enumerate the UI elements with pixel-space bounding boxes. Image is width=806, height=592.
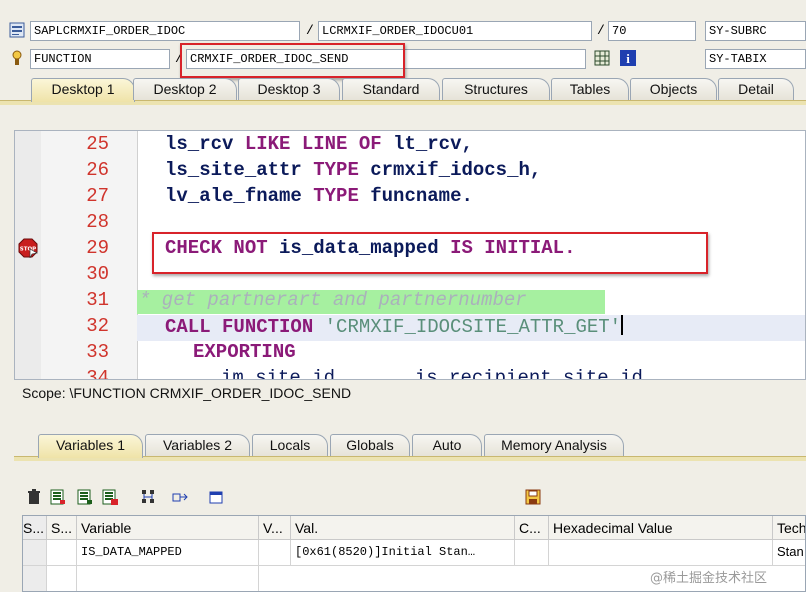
line-number: 28 <box>86 211 109 233</box>
keyword: TYPE <box>313 159 371 181</box>
sy-subrc-field[interactable]: SY-SUBRC <box>705 21 806 41</box>
function-icon <box>9 50 25 66</box>
cell-value[interactable]: [0x61(8520)]Initial Stan… <box>291 540 515 566</box>
identifier: funcname. <box>370 185 473 207</box>
structure-list-icon[interactable] <box>77 489 93 505</box>
program-field: SAPLCRMXIF_ORDER_IDOC <box>30 21 300 41</box>
identifier: lt_rcv, <box>393 133 473 155</box>
cell-empty[interactable] <box>77 566 259 591</box>
line-number: 34 <box>86 367 109 380</box>
cell-hex <box>549 540 773 566</box>
keyword: CALL FUNCTION <box>165 316 325 338</box>
layout-icon[interactable] <box>208 489 224 505</box>
source-editor[interactable]: STOP 25 26 27 28 29 30 31 32 33 34 ls_rc… <box>14 130 806 380</box>
slash-2: / <box>597 23 605 38</box>
line-number: 25 <box>86 133 109 155</box>
highlight-check-line <box>152 232 708 274</box>
info-icon[interactable]: i <box>620 50 636 66</box>
identifier: ls_rcv <box>165 133 245 155</box>
tab-structures[interactable]: Structures <box>442 78 550 100</box>
keyword: LIKE LINE OF <box>244 133 394 155</box>
variables-tabs: Variables 1 Variables 2 Locals Globals A… <box>0 434 806 458</box>
header-variable[interactable]: Variable <box>77 516 259 540</box>
header-status-text[interactable]: S... <box>47 516 77 540</box>
tab-tables[interactable]: Tables <box>551 78 629 100</box>
header-c[interactable]: C... <box>515 516 549 540</box>
line-number: 32 <box>86 315 109 337</box>
desktop-tabs: Desktop 1 Desktop 2 Desktop 3 Standard S… <box>0 78 806 102</box>
code-line-partial[interactable]: im_site_id is_recipient_site_id <box>221 367 643 379</box>
slash-1: / <box>306 23 314 38</box>
line-number: 26 <box>86 159 109 181</box>
line-number: 30 <box>86 263 109 285</box>
code-comment[interactable]: * get partnerart and partnernumber <box>139 289 527 311</box>
delete-icon[interactable] <box>26 489 42 505</box>
row-selector[interactable] <box>23 566 47 591</box>
identifier: crmxif_idocs_h, <box>370 159 542 181</box>
variables-list-icon[interactable] <box>50 489 66 505</box>
program-icon <box>9 22 25 38</box>
hierarchy-icon[interactable] <box>140 489 156 505</box>
tab-memory-analysis[interactable]: Memory Analysis <box>484 434 624 456</box>
tab-standard[interactable]: Standard <box>342 78 440 100</box>
line-number: 33 <box>86 341 109 363</box>
code-line-call[interactable]: CALL FUNCTION 'CRMXIF_IDOCSITE_ATTR_GET' <box>165 315 624 338</box>
sy-tabix-field[interactable]: SY-TABIX <box>705 49 806 69</box>
header-tech[interactable]: Tech <box>773 516 805 540</box>
svg-text:i: i <box>626 51 630 66</box>
tab-globals[interactable]: Globals <box>330 434 410 456</box>
code-line[interactable]: ls_rcv LIKE LINE OF lt_rcv, <box>165 133 473 155</box>
code-line[interactable]: ls_site_attr TYPE crmxif_idocs_h, <box>165 159 541 181</box>
identifier: lv_ale_fname <box>165 185 314 207</box>
cell-tech: Stan <box>773 540 805 566</box>
header-s-label: S... <box>51 520 73 536</box>
header-hex-value[interactable]: Hexadecimal Value <box>549 516 773 540</box>
tab-variables-1[interactable]: Variables 1 <box>38 434 143 458</box>
cell-status <box>47 540 77 566</box>
keyword: EXPORTING <box>193 341 296 363</box>
tab-detail[interactable]: Detail <box>718 78 794 100</box>
breakpoint-stop-icon[interactable]: STOP <box>18 238 38 259</box>
save-icon[interactable] <box>525 489 541 505</box>
row-selector[interactable] <box>23 540 47 566</box>
tab-desktop-3[interactable]: Desktop 3 <box>238 78 340 100</box>
line-number: 27 <box>86 185 109 207</box>
header-value[interactable]: Val. <box>291 516 515 540</box>
table-list-icon[interactable] <box>102 489 118 505</box>
tab-locals[interactable]: Locals <box>252 434 328 456</box>
tab-desktop-1[interactable]: Desktop 1 <box>31 78 135 102</box>
tab-objects[interactable]: Objects <box>630 78 717 100</box>
cell-empty <box>47 566 77 591</box>
cell-v <box>259 540 291 566</box>
tab-auto[interactable]: Auto <box>412 434 482 456</box>
line-field: 70 <box>608 21 696 41</box>
tab-desktop-2[interactable]: Desktop 2 <box>133 78 237 100</box>
line-number: 29 <box>86 237 109 259</box>
header-status[interactable]: S... <box>23 516 47 540</box>
tab-variables-2[interactable]: Variables 2 <box>145 434 250 456</box>
identifier: ls_site_attr <box>165 159 314 181</box>
text-cursor <box>621 315 624 335</box>
cell-variable[interactable]: IS_DATA_MAPPED <box>77 540 259 566</box>
code-line[interactable]: EXPORTING <box>193 341 296 363</box>
watermark: @稀土掘金技术社区 <box>650 571 768 586</box>
include-field: LCRMXIF_ORDER_IDOCU01 <box>318 21 592 41</box>
navigate-icon[interactable] <box>172 489 188 505</box>
grid-icon[interactable] <box>594 50 610 66</box>
line-number: 31 <box>86 289 109 311</box>
highlight-function-name <box>180 43 405 78</box>
scope-label: Scope: \FUNCTION CRMXIF_ORDER_IDOC_SEND <box>22 385 352 401</box>
type-field: FUNCTION <box>30 49 170 69</box>
header-v[interactable]: V... <box>259 516 291 540</box>
keyword: TYPE <box>313 185 371 207</box>
string-literal: 'CRMXIF_IDOCSITE_ATTR_GET' <box>324 316 622 338</box>
code-line[interactable]: lv_ale_fname TYPE funcname. <box>165 185 473 207</box>
cell-c <box>515 540 549 566</box>
